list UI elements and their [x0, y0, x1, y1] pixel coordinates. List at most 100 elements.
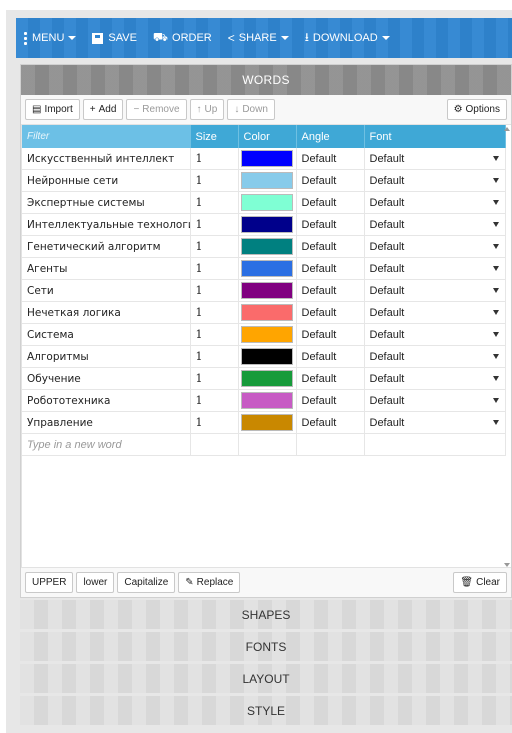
lower-button[interactable]: lower [76, 572, 115, 593]
angle-cell[interactable]: Default [296, 389, 365, 413]
color-swatch[interactable] [240, 260, 293, 278]
table-scrollbar[interactable] [503, 125, 511, 569]
color-cell[interactable] [238, 279, 297, 303]
dropdown-arrow-icon[interactable] [492, 200, 499, 206]
word-cell[interactable]: Генетический алгоритм [22, 235, 191, 259]
table-row[interactable]: Робототехника 1 Default Default [22, 389, 506, 413]
font-cell[interactable]: Default [364, 345, 506, 369]
word-cell[interactable]: Нечеткая логика [22, 301, 191, 325]
table-row[interactable]: Обучение 1 Default Default [22, 367, 506, 391]
dropdown-arrow-icon[interactable] [492, 398, 499, 404]
dropdown-arrow-icon[interactable] [492, 266, 499, 272]
color-swatch[interactable] [240, 216, 293, 234]
size-cell[interactable]: 1 [190, 257, 239, 281]
angle-cell[interactable]: Default [296, 411, 365, 435]
color-cell[interactable] [238, 235, 297, 259]
color-swatch[interactable] [240, 282, 293, 300]
upper-button[interactable]: UPPER [25, 572, 74, 593]
remove-button[interactable]: − Remove [126, 99, 187, 120]
color-swatch[interactable] [240, 150, 293, 168]
color-cell[interactable] [238, 257, 297, 281]
angle-cell[interactable]: Default [296, 279, 365, 303]
word-cell[interactable]: Обучение [22, 367, 191, 391]
up-button[interactable]: ↑ Up [189, 99, 225, 120]
size-cell[interactable]: 1 [190, 213, 239, 237]
dropdown-arrow-icon[interactable] [492, 376, 499, 382]
table-row[interactable]: Нечеткая логика 1 Default Default [22, 301, 506, 325]
word-cell[interactable]: Система [22, 323, 191, 347]
size-cell[interactable]: 1 [190, 301, 239, 325]
table-row[interactable]: Алгоритмы 1 Default Default [22, 345, 506, 369]
color-swatch[interactable] [240, 370, 293, 388]
word-cell[interactable]: Агенты [22, 257, 191, 281]
size-cell[interactable]: 1 [190, 411, 239, 435]
size-cell[interactable]: 1 [190, 148, 239, 171]
order-button[interactable]: ⛟ ORDER [145, 18, 220, 58]
color-cell[interactable] [238, 191, 297, 215]
angle-cell[interactable]: Default [296, 213, 365, 237]
table-row[interactable]: Экспертные системы 1 Default Default [22, 191, 506, 215]
color-cell[interactable] [238, 301, 297, 325]
font-cell[interactable]: Default [364, 389, 506, 413]
size-column-header[interactable]: Size [190, 125, 239, 148]
color-swatch[interactable] [240, 194, 293, 212]
dropdown-arrow-icon[interactable] [492, 310, 499, 316]
color-swatch[interactable] [240, 304, 293, 322]
size-cell[interactable]: 1 [190, 389, 239, 413]
color-swatch[interactable] [240, 238, 293, 256]
font-cell[interactable]: Default [364, 169, 506, 193]
word-cell[interactable]: Управление [22, 411, 191, 435]
font-cell[interactable]: Default [364, 301, 506, 325]
color-cell[interactable] [238, 169, 297, 193]
font-cell[interactable]: Default [364, 367, 506, 391]
dropdown-arrow-icon[interactable] [492, 244, 499, 250]
size-cell[interactable]: 1 [190, 345, 239, 369]
table-row[interactable]: Генетический алгоритм 1 Default Default [22, 235, 506, 259]
word-cell[interactable]: Искусственный интеллект [22, 148, 191, 171]
word-cell[interactable]: Сети [22, 279, 191, 303]
angle-cell[interactable]: Default [296, 367, 365, 391]
size-cell[interactable]: 1 [190, 323, 239, 347]
size-cell[interactable]: 1 [190, 169, 239, 193]
size-cell[interactable]: 1 [190, 235, 239, 259]
layout-section-header[interactable]: LAYOUT [20, 664, 512, 693]
color-swatch[interactable] [240, 392, 293, 410]
table-row[interactable]: Нейронные сети 1 Default Default [22, 169, 506, 193]
color-cell[interactable] [238, 345, 297, 369]
down-button[interactable]: ↓ Down [227, 99, 275, 120]
color-swatch[interactable] [240, 414, 293, 432]
font-cell[interactable]: Default [364, 257, 506, 281]
import-button[interactable]: ▤ Import [25, 99, 80, 120]
menu-button[interactable]: MENU [16, 18, 84, 58]
color-cell[interactable] [238, 148, 297, 171]
font-cell[interactable]: Default [364, 213, 506, 237]
angle-cell[interactable]: Default [296, 169, 365, 193]
new-word-input[interactable]: Type in a new word [22, 433, 191, 456]
angle-cell[interactable]: Default [296, 345, 365, 369]
add-button[interactable]: + Add [82, 99, 124, 120]
dropdown-arrow-icon[interactable] [492, 354, 499, 360]
font-cell[interactable]: Default [364, 279, 506, 303]
table-row[interactable]: Управление 1 Default Default [22, 411, 506, 435]
angle-cell[interactable]: Default [296, 301, 365, 325]
style-section-header[interactable]: STYLE [20, 696, 512, 725]
size-cell[interactable]: 1 [190, 279, 239, 303]
color-swatch[interactable] [240, 348, 293, 366]
font-cell[interactable]: Default [364, 411, 506, 435]
dropdown-arrow-icon[interactable] [492, 222, 499, 228]
new-word-row[interactable]: Type in a new word [22, 433, 506, 456]
angle-column-header[interactable]: Angle [296, 125, 365, 148]
table-row[interactable]: Интеллектуальные технологии 1 Default Defau… [22, 213, 506, 237]
word-cell[interactable]: Робототехника [22, 389, 191, 413]
font-cell[interactable]: Default [364, 235, 506, 259]
color-swatch[interactable] [240, 326, 293, 344]
color-column-header[interactable]: Color [238, 125, 297, 148]
word-cell[interactable]: Экспертные системы [22, 191, 191, 215]
color-cell[interactable] [238, 389, 297, 413]
download-button[interactable]: ⭳ DOWNLOAD [297, 18, 398, 58]
size-cell[interactable]: 1 [190, 191, 239, 215]
angle-cell[interactable]: Default [296, 235, 365, 259]
options-button[interactable]: ⚙ Options [446, 99, 507, 120]
dropdown-arrow-icon[interactable] [492, 156, 499, 161]
word-cell[interactable]: Алгоритмы [22, 345, 191, 369]
